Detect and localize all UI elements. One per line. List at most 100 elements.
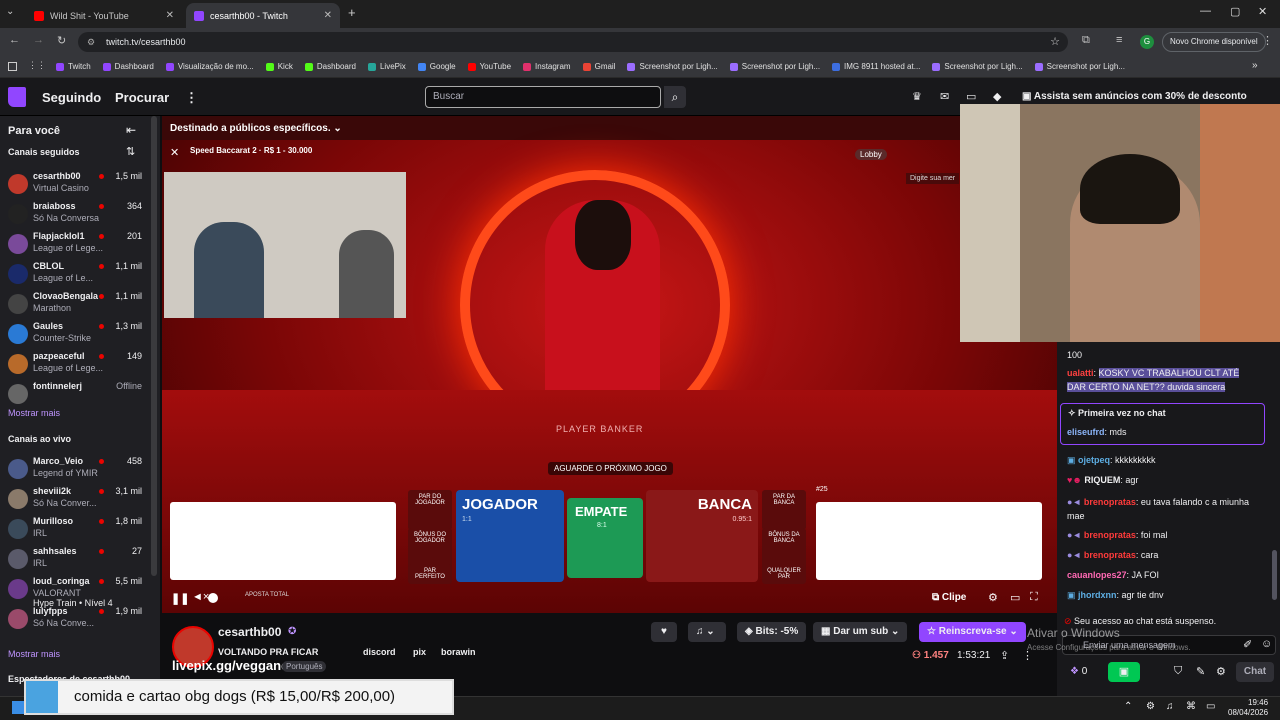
bits-icon[interactable]: ◆ — [993, 90, 1001, 103]
sidebar-channel-murilloso[interactable]: Murilloso IRL 1,8 mil — [8, 516, 154, 546]
pause-icon[interactable]: ❚❚ — [171, 592, 189, 605]
sort-icon[interactable]: ⇅ — [126, 145, 135, 158]
inbox-icon[interactable]: ✉ — [940, 90, 949, 103]
reward-claim-button[interactable]: ▣ — [1108, 662, 1140, 682]
sidebar-channel-clovaobengala[interactable]: ClovaoBengala Marathon 1,1 mil — [8, 291, 154, 321]
sidebar-channel-cesarthb00[interactable]: cesarthb00 Virtual Casino 1,5 mil — [8, 171, 154, 201]
sidebar-channel-braiaboss[interactable]: braiaboss Só Na Conversa 364 — [8, 201, 154, 231]
reload-icon[interactable]: ↻ — [57, 34, 66, 47]
tray-app-icon[interactable]: ⚙ — [1146, 701, 1155, 712]
bookmark-item[interactable]: Screenshot por Ligh... — [1034, 62, 1125, 71]
maximize-icon[interactable]: ▢ — [1230, 5, 1240, 18]
close-game-icon[interactable]: ✕ — [170, 146, 179, 159]
bookmark-item[interactable]: YouTube — [467, 62, 511, 71]
chat-username[interactable]: eliseufrd — [1067, 427, 1105, 437]
bookmark-item[interactable]: Twitch — [56, 62, 91, 71]
bits-cheer-icon[interactable]: ✐ — [1243, 638, 1252, 651]
sidebar-scrollbar[interactable] — [151, 116, 157, 576]
emote-picker-icon[interactable]: ☺ — [1261, 638, 1272, 650]
tie-bet-box[interactable]: EMPATE 8:1 — [567, 498, 643, 578]
clip-button[interactable]: ⧉ Clipe — [932, 592, 966, 603]
more-menu-icon[interactable]: ⋮ — [185, 90, 198, 106]
bookmark-item[interactable]: Dashboard — [304, 62, 356, 71]
tag-discord[interactable]: discord — [363, 647, 396, 657]
bookmark-item[interactable]: Visualização de mo... — [165, 62, 254, 71]
banker-bonus-box[interactable]: BÔNUS DA BANCA — [762, 528, 806, 568]
language-tag[interactable]: Português — [282, 661, 327, 672]
follow-heart-button[interactable]: ♥ — [651, 622, 677, 642]
any-pair-box[interactable]: QUALQUER PAR — [762, 564, 806, 584]
bookmark-item[interactable]: Screenshot por Ligh... — [729, 62, 820, 71]
window-close-icon[interactable]: ✕ — [1258, 5, 1267, 18]
sidebar-channel-lulyfpps[interactable]: lulyfpps Só Na Conve... 1,9 mil — [8, 606, 154, 636]
chat-username[interactable]: brenopratas — [1084, 497, 1136, 507]
tray-arrow-icon[interactable]: ⌃ — [1124, 701, 1132, 712]
collapse-sidebar-icon[interactable]: ⇤ — [126, 123, 136, 137]
fullscreen-icon[interactable]: ⛶ — [1030, 591, 1038, 604]
lobby-button[interactable]: Lobby — [855, 149, 887, 160]
theatre-mode-icon[interactable]: ▭ — [1010, 591, 1020, 604]
forward-icon[interactable]: → — [33, 34, 44, 46]
back-icon[interactable]: ← — [9, 34, 20, 46]
battery-icon[interactable]: ▭ — [1206, 701, 1215, 712]
mod-tools-icon[interactable]: ✎ — [1196, 665, 1205, 678]
player-bet-box[interactable]: JOGADOR 1:1 — [456, 490, 564, 582]
whispers-icon[interactable]: ▭ — [966, 90, 976, 103]
update-chrome-button[interactable]: Novo Chrome disponível — [1162, 32, 1266, 52]
resubscribe-button[interactable]: ☆ Reinscreva-se ⌄ — [919, 622, 1026, 642]
show-more-live[interactable]: Mostrar mais — [8, 649, 60, 659]
audience-label[interactable]: Destinado a públicos específicos. ⌄ — [170, 123, 342, 134]
turbo-promo[interactable]: ▣ Assista sem anúncios com 30% de descon… — [1022, 91, 1247, 102]
chat-username[interactable]: cauanlopes27 — [1067, 570, 1127, 580]
sidebar-channel-marco_veio[interactable]: Marco_Veio Legend of YMIR 458 — [8, 456, 154, 486]
bookmark-item[interactable]: Google — [417, 62, 456, 71]
sidebar-channel-sheviii2k[interactable]: sheviii2k Só Na Conver... 3,1 mil — [8, 486, 154, 516]
send-chat-button[interactable]: Chat — [1236, 662, 1274, 682]
tab-twitch[interactable]: cesarthb00 - Twitch ✕ — [186, 3, 340, 28]
profile-avatar[interactable]: G — [1140, 35, 1154, 49]
chat-username[interactable]: ojetpeq — [1078, 455, 1110, 465]
notifications-button[interactable]: ♫ ⌄ — [688, 622, 726, 642]
sidebar-toggle-icon[interactable] — [8, 62, 17, 71]
tag-borawin[interactable]: borawin — [441, 647, 476, 657]
shield-icon[interactable]: ⛉ — [1174, 665, 1182, 678]
chat-username[interactable]: brenopratas — [1084, 530, 1136, 540]
search-icon[interactable]: ⌕ — [664, 86, 686, 108]
site-info-icon[interactable]: ⚙ — [87, 32, 95, 52]
player-bonus-box[interactable]: BÔNUS DO JOGADOR — [408, 528, 452, 568]
channel-name[interactable]: cesarthb00 — [218, 625, 281, 639]
sidebar-channel-pazpeaceful[interactable]: pazpeaceful League of Lege... 149 — [8, 351, 154, 381]
chat-username[interactable]: ualatti — [1067, 368, 1094, 378]
tag-pix[interactable]: pix — [413, 647, 426, 657]
bookmark-item[interactable]: Screenshot por Ligh... — [627, 62, 718, 71]
show-more-followed[interactable]: Mostrar mais — [8, 408, 60, 418]
mute-icon[interactable]: ◄× — [192, 591, 209, 603]
search-input[interactable]: Buscar — [425, 86, 661, 108]
bookmark-item[interactable]: Gmail — [582, 62, 615, 71]
twitch-logo-icon[interactable] — [8, 87, 26, 107]
menu-icon[interactable]: ⋮ — [1262, 34, 1273, 47]
sidebar-channel-fontinnelerj[interactable]: fontinnelerj Offline — [8, 381, 154, 411]
extensions-icon[interactable]: ⧉ — [1082, 34, 1090, 47]
chat-settings-icon[interactable]: ⚙ — [1216, 665, 1226, 678]
channel-points[interactable]: ❖ 0 — [1070, 666, 1087, 677]
game-chat-input[interactable]: Digite sua mer — [906, 173, 960, 184]
gift-sub-button[interactable]: ▦ Dar um sub ⌄ — [813, 622, 908, 642]
volume-icon[interactable]: ♫ — [1166, 701, 1174, 712]
apps-grid-icon[interactable]: ⋮⋮ — [28, 60, 46, 71]
banker-bet-box[interactable]: BANCA 0.95:1 — [646, 490, 758, 582]
clock-time[interactable]: 19:46 — [1248, 698, 1268, 707]
sidebar-channel-cblol[interactable]: CBLOL League of Le... 1,1 mil — [8, 261, 154, 291]
bookmark-item[interactable]: IMG 8911 hosted at... — [832, 62, 920, 71]
reading-list-icon[interactable]: ≡ — [1116, 34, 1122, 46]
bookmark-item[interactable]: Kick — [265, 62, 293, 71]
tab-search-icon[interactable]: ⌄ — [6, 6, 14, 17]
bookmark-item[interactable]: Screenshot por Ligh... — [932, 62, 1023, 71]
prime-crown-icon[interactable]: ♛ — [912, 90, 922, 103]
close-icon[interactable]: ✕ — [324, 10, 332, 21]
minimize-icon[interactable]: — — [1200, 5, 1211, 17]
banker-pair-box[interactable]: PAR DA BANCA — [762, 490, 806, 530]
volume-slider[interactable] — [208, 593, 218, 603]
close-icon[interactable]: ✕ — [166, 10, 174, 21]
sidebar-channel-gaules[interactable]: Gaules Counter-Strike 1,3 mil — [8, 321, 154, 351]
